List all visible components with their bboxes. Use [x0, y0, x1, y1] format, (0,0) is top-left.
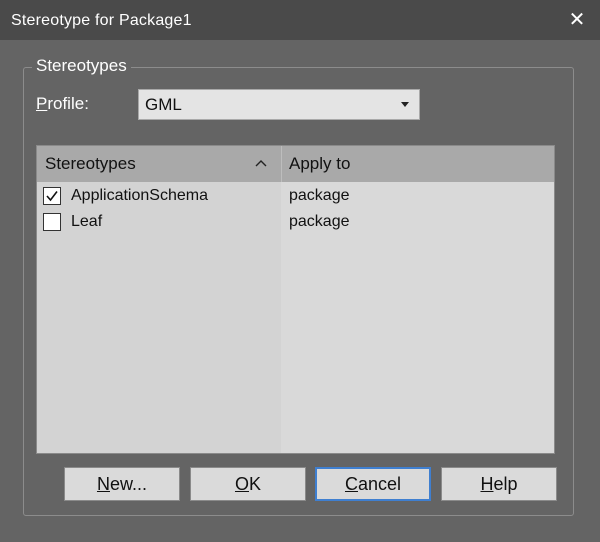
chevron-down-icon	[401, 102, 409, 107]
checkbox-application-schema[interactable]	[43, 187, 61, 205]
list-item[interactable]: Leaf package	[37, 210, 554, 236]
profile-select-value: GML	[145, 95, 182, 114]
help-button-mnemonic: H	[480, 474, 494, 494]
ok-button[interactable]: OK	[190, 467, 306, 501]
help-button[interactable]: Help	[441, 467, 557, 501]
stereotype-name: ApplicationSchema	[71, 187, 208, 204]
sort-ascending-icon	[255, 160, 267, 167]
apply-to-value: package	[289, 213, 350, 230]
ok-button-mnemonic: O	[234, 474, 249, 494]
close-button[interactable]: ✕	[554, 0, 600, 40]
ok-button-label: K	[249, 474, 262, 494]
profile-label: Profile:	[36, 94, 89, 114]
list-header: Stereotypes Apply to	[37, 146, 554, 182]
checkbox-leaf[interactable]	[43, 213, 61, 231]
stereotype-name: Leaf	[71, 213, 103, 230]
profile-label-mnemonic: P	[36, 94, 48, 113]
list-item[interactable]: ApplicationSchema package	[37, 184, 554, 210]
profile-select[interactable]: GML	[138, 89, 420, 120]
cancel-button-mnemonic: C	[344, 474, 358, 494]
group-title: Stereotypes	[32, 56, 131, 76]
new-button-label: ew...	[109, 474, 148, 494]
new-button-mnemonic: N	[96, 474, 110, 494]
close-icon: ✕	[568, 9, 586, 31]
help-button-label: elp	[493, 474, 518, 494]
title-bar: Stereotype for Package1 ✕	[0, 0, 600, 40]
stereotypes-list[interactable]: Stereotypes Apply to ApplicationSchema p…	[36, 145, 555, 454]
column-separator[interactable]	[281, 146, 282, 182]
checkmark-icon	[46, 191, 58, 202]
column-header-stereotypes[interactable]: Stereotypes	[45, 154, 136, 174]
apply-to-value: package	[289, 187, 350, 204]
window-title: Stereotype for Package1	[11, 12, 192, 29]
cancel-button[interactable]: Cancel	[315, 467, 431, 501]
profile-label-rest: rofile:	[47, 94, 89, 113]
cancel-button-label: ancel	[357, 474, 402, 494]
column-header-apply-to[interactable]: Apply to	[289, 154, 350, 174]
new-button[interactable]: New...	[64, 467, 180, 501]
